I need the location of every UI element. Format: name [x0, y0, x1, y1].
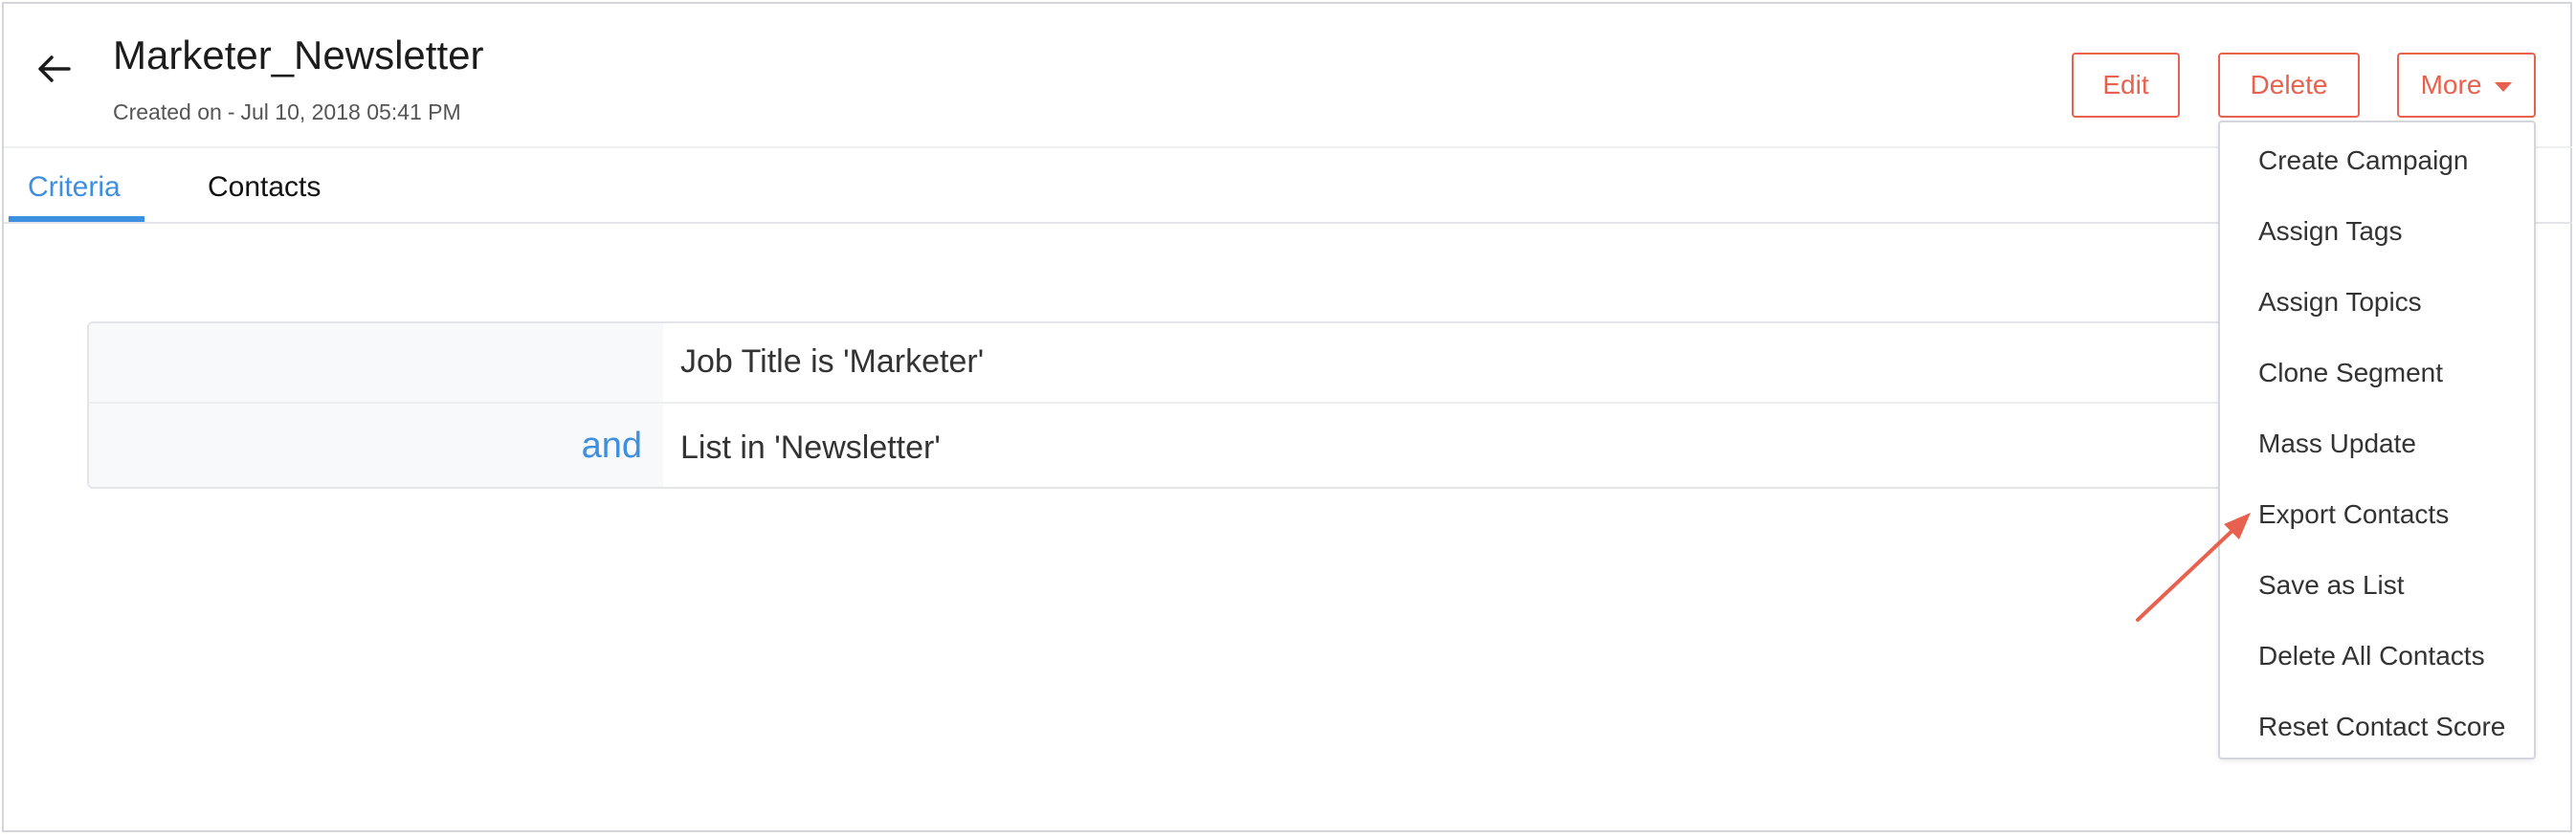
page-title: Marketer_Newsletter [113, 33, 484, 77]
annotation-arrow-icon [2136, 513, 2251, 622]
created-on-text: Created on - Jul 10, 2018 05:41 PM [113, 99, 461, 125]
menu-item-assign-tags[interactable]: Assign Tags [2258, 214, 2402, 249]
menu-item-mass-update[interactable]: Mass Update [2258, 427, 2416, 461]
menu-item-save-as-list[interactable]: Save as List [2258, 568, 2405, 603]
delete-button[interactable]: Delete [2218, 53, 2360, 118]
menu-item-export-contacts[interactable]: Export Contacts [2258, 497, 2449, 532]
created-date: Jul 10, 2018 05:41 PM [240, 99, 461, 124]
menu-item-create-campaign[interactable]: Create Campaign [2258, 143, 2468, 178]
menu-item-reset-contact-score[interactable]: Reset Contact Score [2258, 710, 2505, 744]
menu-item-clone-segment[interactable]: Clone Segment [2258, 356, 2443, 390]
more-button-label: More [2420, 70, 2482, 99]
header-divider [4, 146, 2572, 148]
criteria-operator-and: and [581, 426, 642, 466]
criteria-operator-column [89, 323, 663, 487]
criteria-condition-2: List in 'Newsletter' [680, 429, 941, 466]
tab-contacts[interactable]: Contacts [208, 168, 321, 207]
created-separator: - [227, 99, 235, 124]
arrow-left-icon[interactable] [34, 50, 73, 88]
created-label: Created on [113, 99, 222, 124]
criteria-row-divider [89, 402, 2315, 404]
edit-button[interactable]: Edit [2072, 53, 2180, 118]
tab-criteria[interactable]: Criteria [28, 168, 121, 207]
active-tab-indicator [9, 216, 144, 222]
tabs-divider [4, 222, 2572, 224]
criteria-table: Job Title is 'Marketer' and List in 'New… [87, 321, 2317, 489]
more-dropdown-menu: Create Campaign Assign Tags Assign Topic… [2218, 121, 2536, 759]
menu-item-delete-all-contacts[interactable]: Delete All Contacts [2258, 639, 2485, 673]
more-button[interactable]: More [2397, 53, 2536, 118]
caret-down-icon [2495, 82, 2513, 92]
menu-item-assign-topics[interactable]: Assign Topics [2258, 285, 2422, 319]
criteria-condition-1: Job Title is 'Marketer' [680, 343, 985, 380]
